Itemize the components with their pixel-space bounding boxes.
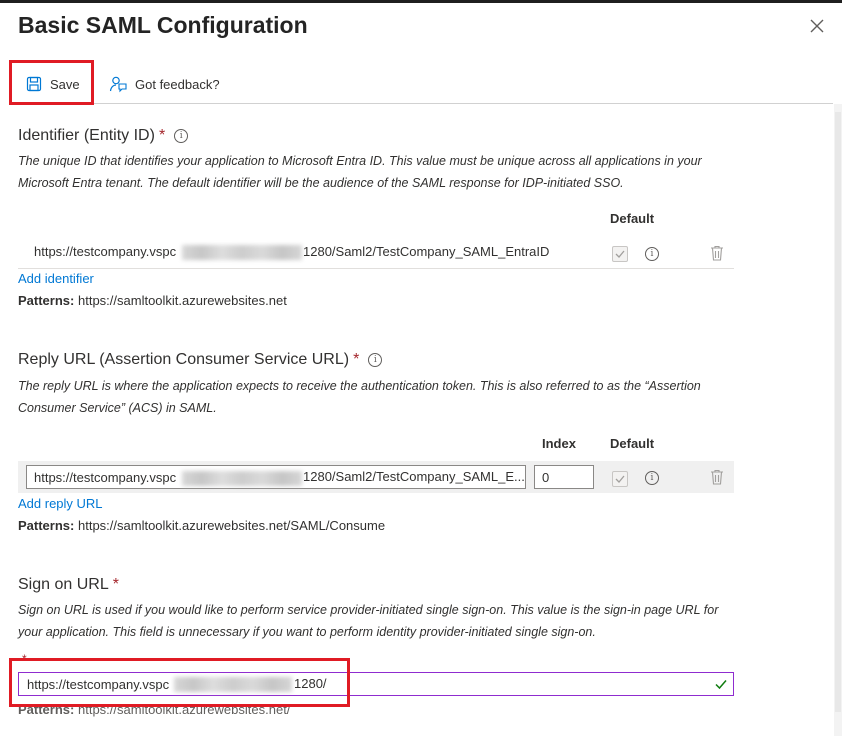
info-icon[interactable]: i [645,471,659,485]
feedback-button[interactable]: Got feedback? [109,72,220,96]
identifier-description: The unique ID that identifies your appli… [18,154,702,190]
patterns-label: Patterns: [18,518,75,533]
identifier-patterns: Patterns: https://samltoolkit.azurewebsi… [18,293,287,308]
panel-title: Basic SAML Configuration [18,12,308,38]
identifier-title: Identifier (Entity ID) * i [18,127,189,145]
info-icon[interactable]: i [174,129,189,143]
column-header-default: Default [610,436,655,451]
feedback-icon [109,76,127,93]
sign-on-title-text: Sign on URL [18,576,109,593]
patterns-label: Patterns: [18,293,75,308]
redacted-text [182,245,302,260]
identifier-title-text: Identifier (Entity ID) [18,127,155,144]
feedback-label: Got feedback? [135,76,220,92]
identifier-url-prefix: https://testcompany.vspc [34,244,177,259]
identifier-row[interactable]: https://testcompany.vspc 1280/Saml2/Test… [18,236,734,268]
sign-on-description: Sign on URL is used if you would like to… [18,603,719,639]
row-divider [18,268,734,269]
required-asterisk: * [158,127,166,144]
highlight-save-box [9,60,94,105]
close-icon[interactable] [808,17,826,35]
highlight-sign-on-box [9,658,350,707]
required-asterisk: * [112,576,119,593]
add-identifier-link[interactable]: Add identifier [18,271,94,286]
command-bar: Save Got feedback? [0,64,833,104]
add-reply-url-link[interactable]: Add reply URL [18,496,103,511]
delete-icon[interactable] [710,245,724,261]
toolbar-divider [18,103,833,104]
reply-url-title-text: Reply URL (Assertion Consumer Service UR… [18,351,350,368]
reply-url-row: https://testcompany.vspc 1280/Saml2/Test… [18,461,734,493]
default-checkbox[interactable] [612,246,628,262]
patterns-value: https://samltoolkit.azurewebsites.net [77,293,287,308]
scrollbar-thumb[interactable] [835,112,841,712]
column-header-index: Index [542,436,576,451]
reply-url-patterns: Patterns: https://samltoolkit.azurewebsi… [18,518,385,533]
redacted-text [182,471,302,486]
index-input[interactable]: 0 [534,465,594,489]
info-icon[interactable]: i [645,247,659,261]
default-checkbox[interactable] [612,471,628,487]
info-icon[interactable]: i [368,353,383,367]
reply-url-title: Reply URL (Assertion Consumer Service UR… [18,351,383,369]
patterns-value: https://samltoolkit.azurewebsites.net/SA… [77,518,386,533]
reply-url-prefix: https://testcompany.vspc [34,470,177,485]
checkmark-icon [715,680,727,690]
reply-url-description: The reply URL is where the application e… [18,379,701,415]
delete-icon[interactable] [710,469,724,485]
reply-url-suffix: 1280/Saml2/TestCompany_SAML_E... [303,469,525,484]
column-header-default: Default [610,211,655,226]
top-border [0,0,842,3]
sign-on-title: Sign on URL * [18,576,119,594]
required-asterisk: * [353,351,360,368]
identifier-url-suffix: 1280/Saml2/TestCompany_SAML_EntraID [303,244,550,259]
